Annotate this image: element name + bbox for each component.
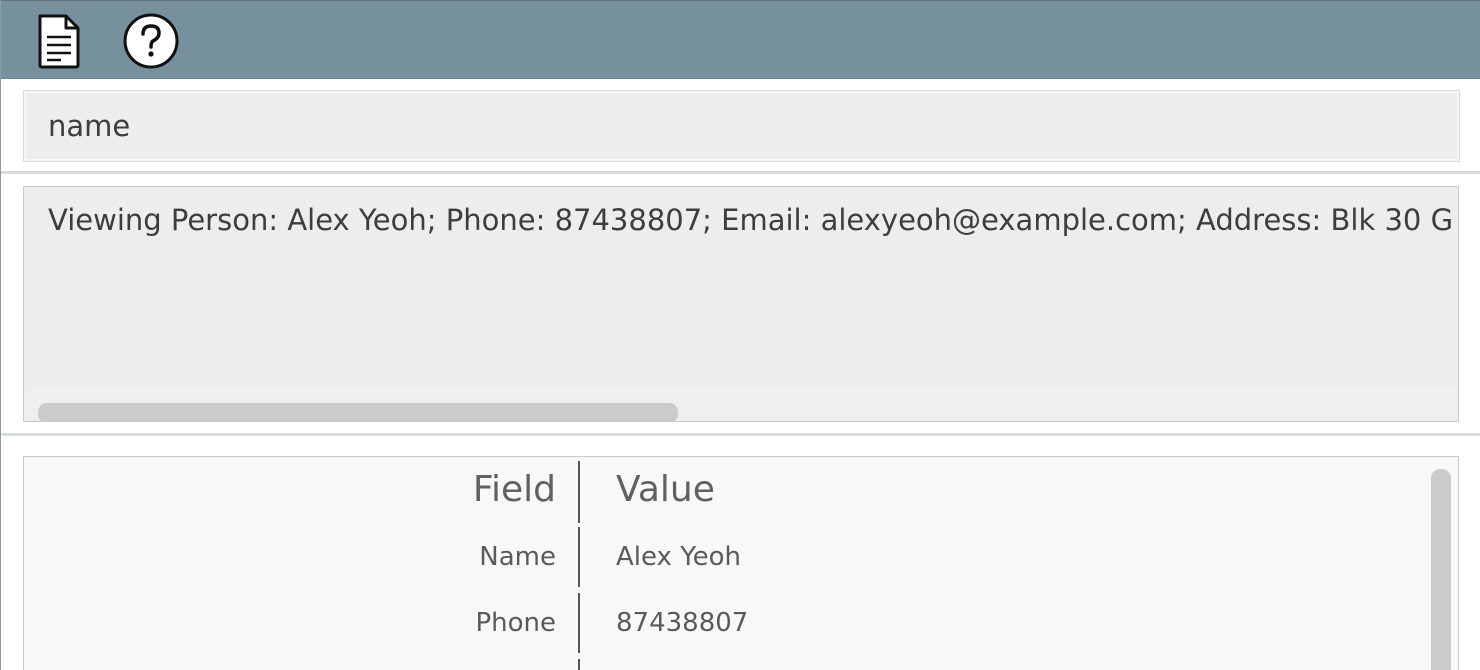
value-column-header: Value: [616, 469, 715, 510]
help-button[interactable]: [121, 11, 181, 71]
vertical-scrollbar-thumb[interactable]: [1431, 469, 1451, 670]
document-icon: [38, 14, 80, 69]
details-panel: Field Value Name Alex Yeoh Phone 8743880…: [1, 436, 1480, 670]
row-label-name: Name: [479, 542, 556, 572]
horizontal-scrollbar-thumb[interactable]: [38, 403, 678, 421]
column-divider: [578, 659, 580, 670]
details-table[interactable]: Field Value Name Alex Yeoh Phone 8743880…: [23, 456, 1459, 670]
command-input[interactable]: name: [23, 90, 1460, 162]
help-icon: [123, 13, 179, 69]
app-window: name Viewing Person: Alex Yeoh; Phone: 8…: [0, 0, 1480, 670]
document-button[interactable]: [29, 11, 89, 71]
result-text: Viewing Person: Alex Yeoh; Phone: 874388…: [48, 203, 1454, 237]
toolbar: [1, 0, 1480, 79]
command-box-container: name: [1, 79, 1480, 174]
row-value-name: Alex Yeoh: [616, 542, 742, 572]
result-display[interactable]: Viewing Person: Alex Yeoh; Phone: 874388…: [23, 186, 1459, 422]
field-column-header: Field: [472, 469, 556, 510]
column-divider: [578, 461, 580, 523]
column-divider: [578, 593, 580, 653]
row-label-phone: Phone: [475, 608, 556, 638]
row-value-phone: 87438807: [616, 608, 749, 638]
horizontal-scrollbar[interactable]: [26, 387, 1456, 421]
column-divider: [578, 527, 580, 587]
result-display-container: Viewing Person: Alex Yeoh; Phone: 874388…: [1, 174, 1480, 436]
